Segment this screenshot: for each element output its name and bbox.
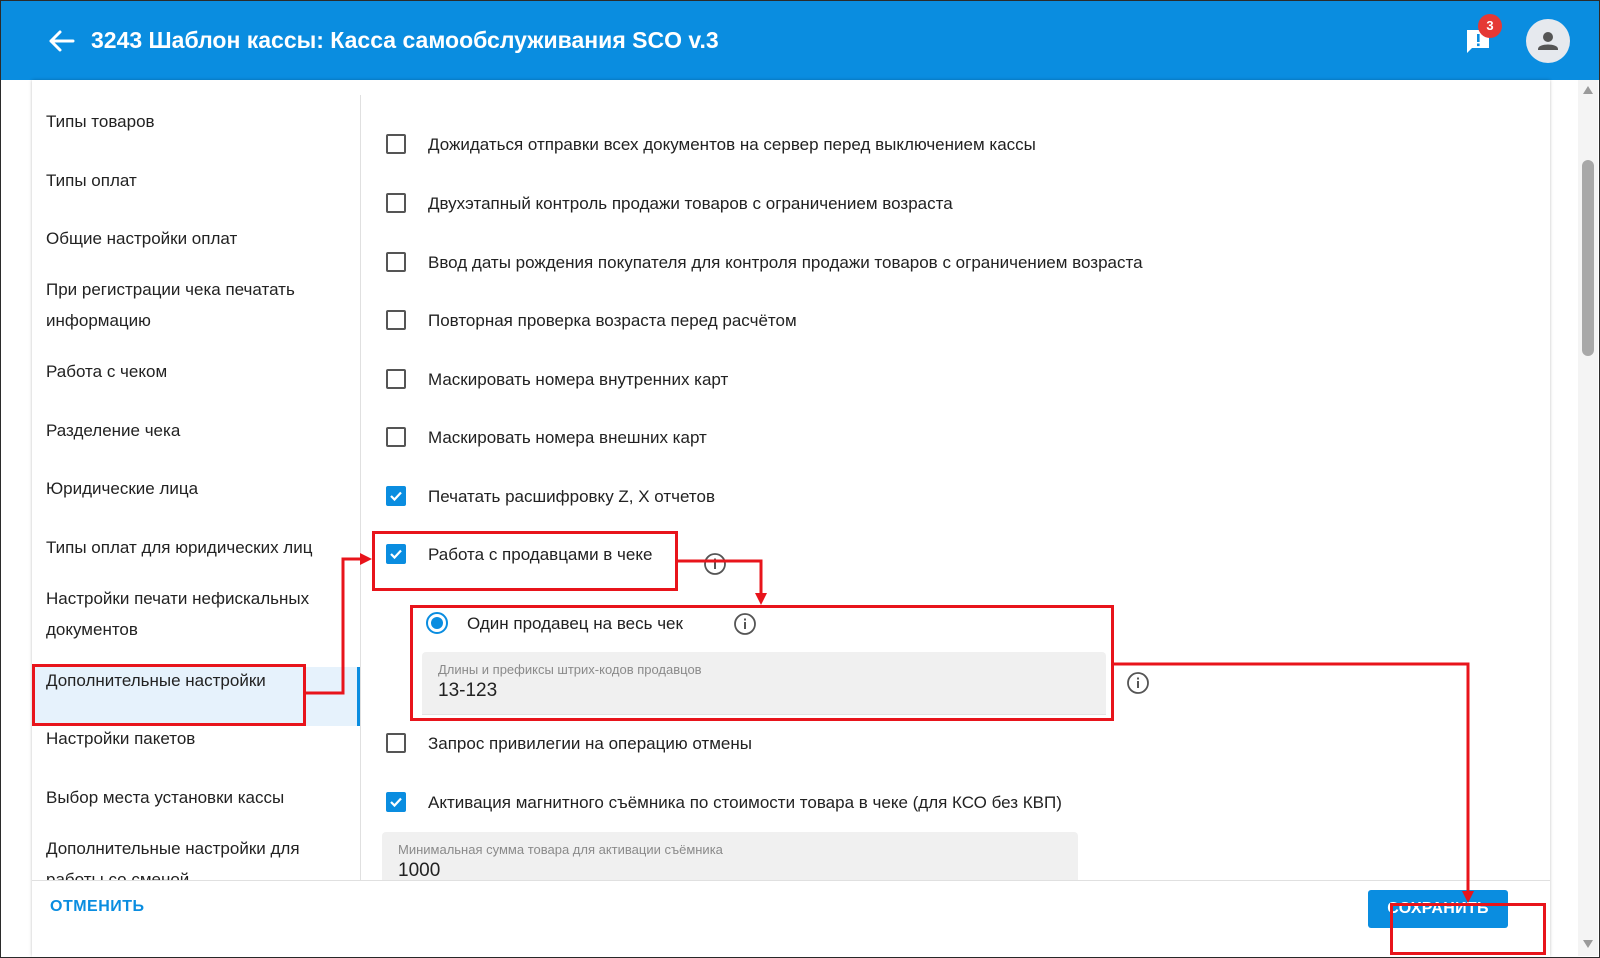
check-icon bbox=[390, 491, 402, 502]
setting-checkbox[interactable] bbox=[386, 486, 406, 506]
setting-checkbox[interactable] bbox=[386, 733, 406, 753]
sidebar-item-receipt-work[interactable]: Работа с чеком bbox=[46, 356, 167, 387]
sidebar-nav: Типы товаров Типы оплат Общие настройки … bbox=[32, 95, 361, 897]
arrow-back-icon[interactable] bbox=[47, 27, 77, 55]
sidebar-item-payment-settings[interactable]: Общие настройки оплат bbox=[46, 223, 237, 254]
min-sum-label: Минимальная сумма товара для активации с… bbox=[398, 842, 723, 857]
setting-checkbox[interactable] bbox=[386, 369, 406, 389]
setting-checkbox[interactable] bbox=[386, 134, 406, 154]
setting-checkbox[interactable] bbox=[386, 427, 406, 447]
setting-label: Активация магнитного съёмника по стоимос… bbox=[428, 793, 1062, 812]
info-icon[interactable] bbox=[1126, 671, 1150, 695]
sidebar-item-legal-entities[interactable]: Юридические лица bbox=[46, 473, 198, 504]
sidebar-item-product-types[interactable]: Типы товаров bbox=[46, 106, 155, 137]
setting-checkbox[interactable] bbox=[386, 193, 406, 213]
sidebar-item-nonfiscal-print[interactable]: Настройки печати нефискальных документов bbox=[46, 583, 346, 645]
setting-label: Печатать расшифровку Z, X отчетов bbox=[428, 487, 715, 506]
avatar[interactable] bbox=[1526, 19, 1570, 63]
cancel-button[interactable]: ОТМЕНИТЬ bbox=[50, 898, 145, 916]
setting-label: Маскировать номера внешних карт bbox=[428, 428, 707, 447]
info-icon[interactable] bbox=[703, 552, 727, 576]
notification-badge: 3 bbox=[1478, 14, 1502, 38]
setting-checkbox[interactable] bbox=[386, 310, 406, 330]
app-header: 3243 Шаблон кассы: Касса самообслуживани… bbox=[1, 1, 1599, 80]
sidebar-item-payment-types[interactable]: Типы оплат bbox=[46, 165, 137, 196]
setting-label: Запрос привилегии на операцию отмены bbox=[428, 734, 752, 753]
setting-label: Двухэтапный контроль продажи товаров с о… bbox=[428, 194, 953, 213]
setting-label: Дожидаться отправки всех документов на с… bbox=[428, 135, 1036, 154]
check-icon bbox=[390, 797, 402, 808]
setting-label: Повторная проверка возраста перед расчёт… bbox=[428, 311, 797, 330]
page-title: 3243 Шаблон кассы: Касса самообслуживани… bbox=[91, 27, 719, 53]
annotation-box bbox=[32, 664, 306, 726]
scroll-down-icon[interactable] bbox=[1583, 940, 1593, 948]
annotation-box bbox=[410, 605, 1114, 721]
setting-label: Маскировать номера внутренних карт bbox=[428, 370, 729, 389]
scrollbar[interactable] bbox=[1578, 80, 1598, 956]
annotation-box bbox=[1390, 903, 1546, 955]
sidebar-item-receipt-split[interactable]: Разделение чека bbox=[46, 415, 180, 446]
setting-checkbox[interactable] bbox=[386, 252, 406, 272]
annotation-box bbox=[372, 531, 678, 591]
sidebar-item-receipt-print-info[interactable]: При регистрации чека печатать информацию bbox=[46, 274, 336, 336]
scroll-thumb[interactable] bbox=[1582, 160, 1594, 356]
min-sum-input[interactable] bbox=[398, 860, 955, 882]
scroll-up-icon[interactable] bbox=[1583, 86, 1593, 94]
sidebar-item-legal-payment-types[interactable]: Типы оплат для юридических лиц bbox=[46, 532, 312, 563]
dialog-footer bbox=[32, 880, 1550, 957]
setting-label: Ввод даты рождения покупателя для контро… bbox=[428, 253, 1143, 272]
sidebar-item-install-location[interactable]: Выбор места установки кассы bbox=[46, 782, 284, 813]
sidebar-active-indicator bbox=[357, 667, 360, 726]
setting-checkbox[interactable] bbox=[386, 792, 406, 812]
user-icon bbox=[1538, 32, 1558, 50]
sidebar-item-packages[interactable]: Настройки пакетов bbox=[46, 723, 195, 754]
